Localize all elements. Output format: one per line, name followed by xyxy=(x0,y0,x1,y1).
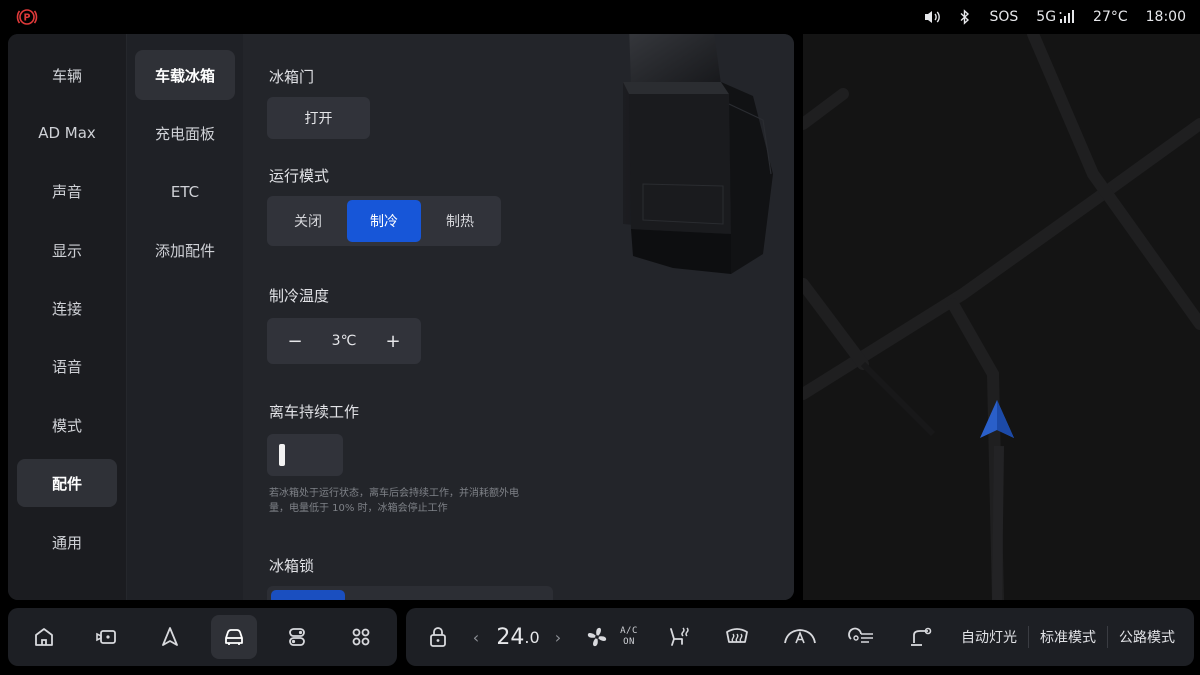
nav-item-vehicle[interactable]: 车辆 xyxy=(17,51,117,99)
road-mode-button[interactable]: 公路模式 xyxy=(1114,608,1180,666)
mode-off-option[interactable]: 关闭 xyxy=(271,200,345,242)
lock-button[interactable] xyxy=(420,608,456,666)
keep-working-toggle[interactable] xyxy=(267,434,343,476)
dock-left xyxy=(8,608,397,666)
navigation-icon xyxy=(162,627,178,646)
navigation-button[interactable] xyxy=(147,615,193,659)
ac-label: A/C xyxy=(620,626,638,636)
auto-light-button[interactable]: 自动灯光 xyxy=(956,608,1022,666)
network-label: 5G xyxy=(1036,9,1057,25)
hint-line-2: 量，电量低于 10% 时，冰箱会停止工作 xyxy=(269,503,448,514)
fan-button[interactable] xyxy=(582,608,612,666)
defrost-front-auto-icon xyxy=(784,629,816,644)
subnav-item-fridge[interactable]: 车载冰箱 xyxy=(135,50,235,100)
svg-text:P: P xyxy=(24,13,31,24)
keep-working-label: 离车持续工作 xyxy=(269,403,360,421)
temp-decrease-button[interactable]: − xyxy=(277,318,313,364)
fridge-lock-label: 冰箱锁 xyxy=(269,557,315,575)
dock-right: ‹ 24.0 › A/C ON 自动灯光 标准模式 公路模式 xyxy=(406,608,1194,666)
subnav-item-add-accessory[interactable]: 添加配件 xyxy=(135,225,235,275)
fridge-settings: 冰箱门 打开 运行模式 关闭 制冷 制热 制冷温度 − 3℃ + 离车持续工作 … xyxy=(243,34,794,600)
temp-increase-button[interactable]: + xyxy=(375,318,411,364)
nav-item-accessories[interactable]: 配件 xyxy=(17,459,117,507)
headlight-icon xyxy=(848,627,873,643)
run-mode-selector: 关闭 制冷 制热 xyxy=(267,196,501,246)
camera-button[interactable] xyxy=(84,615,130,659)
temp-up-chevron[interactable]: › xyxy=(548,608,568,666)
defrost-rear-icon xyxy=(726,628,748,643)
temp-value: 3℃ xyxy=(331,333,357,349)
secondary-nav: 车载冰箱 充电面板 ETC 添加配件 xyxy=(126,34,243,600)
nav-item-voice[interactable]: 语音 xyxy=(17,342,117,390)
primary-nav: 车辆 AD Max 声音 显示 连接 语音 模式 配件 通用 xyxy=(8,34,126,600)
network-status: 5G xyxy=(1036,9,1075,25)
cabin-temp-decimal: .0 xyxy=(524,627,540,647)
subnav-item-charging-panel[interactable]: 充电面板 xyxy=(135,108,235,158)
nav-item-connect[interactable]: 连接 xyxy=(17,284,117,332)
run-mode-label: 运行模式 xyxy=(269,167,330,185)
cabin-temperature[interactable]: 24.0 xyxy=(490,608,546,666)
signal-icon xyxy=(1059,10,1075,23)
hint-line-1: 若冰箱处于运行状态，离车后会持续工作，并消耗额外电 xyxy=(269,488,519,499)
mode-cool-option[interactable]: 制冷 xyxy=(347,200,421,242)
status-bar: P SOS 5G 27°C 18:00 xyxy=(0,0,1200,34)
ac-status: ON xyxy=(623,637,635,647)
cool-temp-label: 制冷温度 xyxy=(269,287,330,305)
wiper-icon xyxy=(911,627,932,646)
fan-icon xyxy=(587,627,607,647)
headlight-button[interactable] xyxy=(846,608,878,666)
keep-working-hint: 若冰箱处于运行状态，离车后会持续工作，并消耗额外电 量，电量低于 10% 时，冰… xyxy=(269,486,529,516)
clock: 18:00 xyxy=(1145,9,1186,25)
car-icon xyxy=(225,629,243,645)
divider xyxy=(1028,626,1029,648)
bluetooth-icon[interactable] xyxy=(959,9,971,25)
camera-icon xyxy=(96,630,116,644)
rear-defrost-button[interactable] xyxy=(722,608,752,666)
volume-icon[interactable] xyxy=(923,9,941,25)
toggle-knob xyxy=(279,444,285,466)
fridge-lock-selector[interactable] xyxy=(267,586,553,600)
parking-brake-icon: P xyxy=(16,9,38,25)
subnav-item-etc[interactable]: ETC xyxy=(135,167,235,217)
cool-temp-stepper: − 3℃ + xyxy=(267,318,421,364)
seat-heat-icon xyxy=(670,627,689,646)
seat-heat-button[interactable] xyxy=(664,608,694,666)
fridge-door-label: 冰箱门 xyxy=(269,68,315,86)
home-icon xyxy=(35,628,53,646)
lock-icon xyxy=(430,627,446,647)
ac-button[interactable]: A/C ON xyxy=(616,608,642,666)
nav-item-display[interactable]: 显示 xyxy=(17,226,117,274)
nav-item-mode[interactable]: 模式 xyxy=(17,401,117,449)
map-view[interactable] xyxy=(803,34,1200,600)
mode-heat-option[interactable]: 制热 xyxy=(423,200,497,242)
front-defrost-auto-button[interactable] xyxy=(782,608,818,666)
sos-label[interactable]: SOS xyxy=(989,9,1018,25)
cabin-temp-main: 24 xyxy=(496,624,525,650)
fridge-illustration xyxy=(623,34,773,274)
divider xyxy=(1107,626,1108,648)
apps-grid-icon xyxy=(352,628,370,646)
settings-panel: 车辆 AD Max 声音 显示 连接 语音 模式 配件 通用 车载冰箱 充电面板… xyxy=(8,34,794,600)
nav-item-sound[interactable]: 声音 xyxy=(17,167,117,215)
wiper-button[interactable] xyxy=(906,608,936,666)
apps-button[interactable] xyxy=(338,615,384,659)
toggles-button[interactable] xyxy=(274,615,320,659)
outside-temperature: 27°C xyxy=(1093,9,1128,25)
toggles-icon xyxy=(289,628,305,646)
map-roads xyxy=(803,34,1200,600)
nav-item-ad-max[interactable]: AD Max xyxy=(17,109,117,157)
temp-down-chevron[interactable]: ‹ xyxy=(466,608,486,666)
home-button[interactable] xyxy=(21,615,67,659)
vehicle-button[interactable] xyxy=(211,615,257,659)
standard-mode-button[interactable]: 标准模式 xyxy=(1035,608,1101,666)
fridge-open-button[interactable]: 打开 xyxy=(267,97,370,139)
nav-item-general[interactable]: 通用 xyxy=(17,518,117,566)
